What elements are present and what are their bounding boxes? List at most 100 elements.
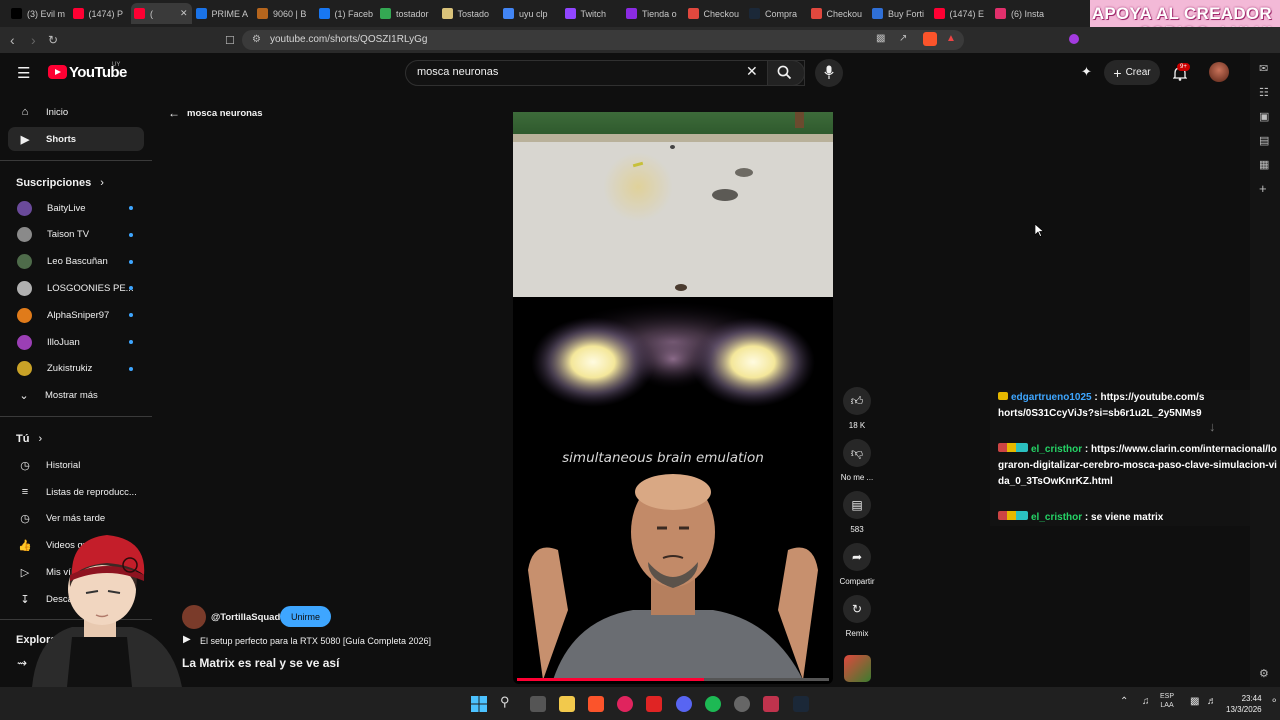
cast-icon[interactable]: ▩: [876, 33, 885, 44]
browser-tab[interactable]: Tienda o: [623, 3, 684, 24]
remix-button[interactable]: ↻: [843, 595, 871, 623]
brave-rewards-icon[interactable]: ▲: [946, 33, 956, 44]
browser-tab[interactable]: (1474) P: [70, 3, 131, 24]
browser-tab[interactable]: Checkou: [685, 3, 746, 24]
browser-tab[interactable]: (6) Insta: [992, 3, 1053, 24]
comments-button[interactable]: ▤: [843, 491, 871, 519]
notifications-icon[interactable]: ⚬: [1270, 696, 1278, 707]
task-view-icon[interactable]: [530, 696, 546, 712]
gemini-icon[interactable]: ✦: [1081, 64, 1092, 80]
extension-icon[interactable]: [1069, 34, 1079, 44]
dislike-button[interactable]: 👎︎: [843, 439, 871, 467]
sidebar-item-history[interactable]: ◷ Historial: [8, 453, 144, 477]
app-icon[interactable]: [763, 696, 779, 712]
bookmarks-panel-icon[interactable]: ▤: [1259, 134, 1269, 147]
create-button[interactable]: + Crear: [1104, 60, 1160, 85]
sidebar-item-home[interactable]: ⌂ Inicio: [8, 100, 144, 124]
obs-icon[interactable]: [734, 696, 750, 712]
system-clock[interactable]: 23:44 13/3/2026: [1226, 693, 1262, 715]
reload-icon[interactable]: ↻: [48, 33, 58, 47]
subscription-channel[interactable]: Taison TV: [17, 223, 147, 247]
site-info-icon[interactable]: ⚙: [252, 34, 261, 45]
sidebar-item-shorts[interactable]: ▶ Shorts: [8, 127, 144, 151]
windows-taskbar: [0, 687, 1280, 720]
browser-tab[interactable]: Compra: [746, 3, 807, 24]
you-header[interactable]: Tú ›: [16, 433, 42, 445]
bookmark-icon[interactable]: ☐: [225, 34, 235, 48]
app-icon[interactable]: [646, 696, 662, 712]
subscription-channel[interactable]: Leo Bascuñan: [17, 250, 147, 274]
play-icon: ▶: [183, 634, 191, 645]
browser-tab[interactable]: 9060 | B: [254, 3, 315, 24]
add-panel-icon[interactable]: +: [1259, 181, 1267, 196]
forward-icon[interactable]: ›: [31, 33, 36, 47]
share-button[interactable]: ➦: [843, 543, 871, 571]
volume-icon[interactable]: ♬: [1207, 696, 1217, 707]
user-avatar[interactable]: [1209, 62, 1229, 82]
settings-icon[interactable]: ⚙: [1259, 667, 1269, 680]
join-button[interactable]: Unirme: [280, 606, 331, 627]
scroll-down-icon[interactable]: ↓: [1209, 419, 1216, 434]
live-dot-icon: [129, 313, 133, 318]
subscription-channel[interactable]: Zukistrukiz: [17, 357, 147, 381]
wallet-icon[interactable]: ▣: [1259, 110, 1269, 123]
network-icon[interactable]: ▩: [1190, 696, 1199, 707]
sound-thumbnail[interactable]: [844, 655, 871, 682]
sidebar-item-playlists[interactable]: ≡ Listas de reproducc...: [8, 480, 144, 504]
chevron-right-icon: ›: [100, 177, 104, 189]
channel-name: Leo Bascuñan: [47, 256, 108, 268]
search-icon[interactable]: ⚲: [500, 694, 510, 710]
browser-tab[interactable]: uyu clp: [500, 3, 561, 24]
brave-browser-icon[interactable]: [588, 696, 604, 712]
browser-tab[interactable]: PRIME A: [193, 3, 254, 24]
browser-tab[interactable]: Buy Forti: [869, 3, 930, 24]
search-results-back-label[interactable]: mosca neuronas: [187, 108, 263, 119]
share-icon[interactable]: ↗: [899, 33, 907, 44]
back-icon[interactable]: ‹: [10, 33, 15, 47]
discord-icon[interactable]: [676, 696, 692, 712]
menu-icon[interactable]: ☰: [17, 64, 30, 82]
close-tab-icon[interactable]: ✕: [180, 8, 188, 19]
subscription-channel[interactable]: AlphaSniper97: [17, 303, 147, 327]
like-button[interactable]: 👍︎: [843, 387, 871, 415]
youtube-icon: [933, 8, 945, 19]
search-query[interactable]: mosca neuronas: [417, 66, 498, 78]
browser-tab[interactable]: (✕: [131, 3, 192, 24]
channel-avatar: [17, 361, 32, 377]
show-more-button[interactable]: ⌄ Mostrar más: [8, 383, 144, 407]
chevron-up-icon[interactable]: ⌃: [1120, 696, 1128, 707]
media-player-icon[interactable]: [617, 696, 633, 712]
steam-icon[interactable]: [793, 696, 809, 712]
search-icon[interactable]: [777, 65, 792, 80]
subscription-channel[interactable]: BaityLive: [17, 196, 147, 220]
browser-tab[interactable]: Tostado: [439, 3, 500, 24]
spotify-icon[interactable]: [705, 696, 721, 712]
url-text[interactable]: youtube.com/shorts/QOSZI1RLyGg: [270, 34, 427, 45]
reader-icon[interactable]: ☷: [1259, 86, 1269, 99]
browser-tab[interactable]: Checkou: [808, 3, 869, 24]
subscription-channel[interactable]: IlloJuan: [17, 330, 147, 354]
back-arrow-icon[interactable]: ←: [168, 106, 180, 120]
channel-avatar[interactable]: [182, 605, 206, 629]
subscription-channel[interactable]: LOSGOONIES PE...: [17, 276, 147, 300]
subscriptions-header[interactable]: Suscripciones ›: [16, 177, 104, 189]
share-label: Compartir: [839, 577, 875, 586]
youtube-icon: [72, 8, 84, 19]
browser-tab[interactable]: (1474) E: [931, 3, 992, 24]
windows-start-icon[interactable]: [471, 696, 487, 712]
browser-tab[interactable]: tostador: [377, 3, 438, 24]
browser-tab[interactable]: (1) Faceb: [316, 3, 377, 24]
related-video-link[interactable]: El setup perfecto para la RTX 5080 [Guía…: [200, 636, 431, 646]
brave-shield-icon[interactable]: [923, 32, 937, 46]
youtube-logo-icon[interactable]: [48, 65, 67, 79]
channel-handle[interactable]: @TortillaSquad: [211, 612, 280, 623]
clear-search-icon[interactable]: ✕: [746, 63, 758, 80]
reading-list-icon[interactable]: ▦: [1259, 158, 1269, 171]
microphone-icon[interactable]: ♫: [1142, 696, 1150, 707]
browser-tab[interactable]: (3) Evil m: [8, 3, 69, 24]
ai-chat-icon[interactable]: ✉: [1259, 62, 1268, 75]
language-indicator[interactable]: ESP LAA: [1160, 692, 1174, 710]
chat-username: el_cristhor: [1031, 444, 1083, 455]
browser-tab[interactable]: Twitch: [562, 3, 623, 24]
file-explorer-icon[interactable]: [559, 696, 575, 712]
